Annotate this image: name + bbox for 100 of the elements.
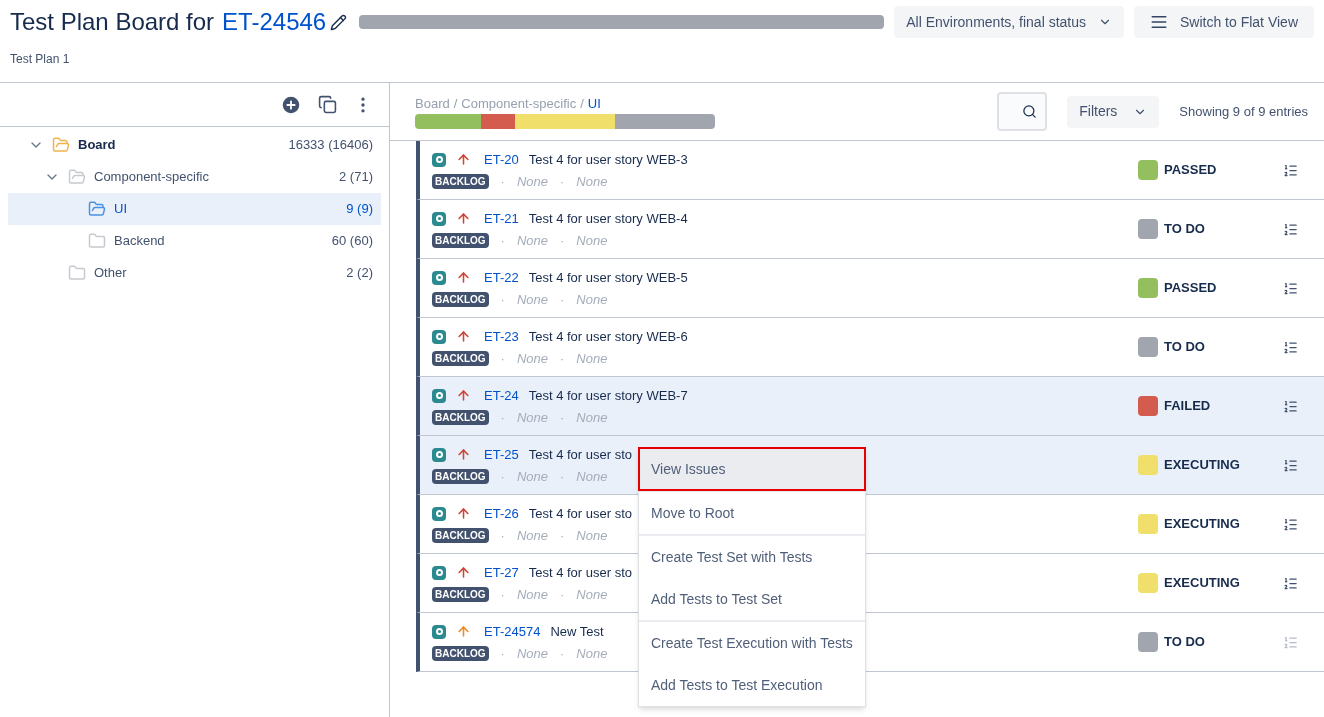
separator-dot: · bbox=[500, 467, 505, 486]
separator-dot: · bbox=[560, 349, 565, 368]
list-icon[interactable] bbox=[1283, 398, 1298, 414]
breadcrumb-separator: / bbox=[580, 95, 584, 114]
copy-icon[interactable] bbox=[318, 95, 337, 114]
status-label: TO DO bbox=[1164, 633, 1205, 652]
test-title: New Test bbox=[550, 622, 604, 641]
issue-link[interactable]: ET-22 bbox=[484, 267, 519, 288]
issue-link[interactable]: ET-27 bbox=[484, 562, 519, 583]
status-label: FAILED bbox=[1164, 397, 1211, 416]
filters-button[interactable]: Filters bbox=[1067, 95, 1160, 128]
test-row[interactable]: ET-21 Test 4 for user story WEB-4 BACKLOG · None · None TO DO bbox=[416, 200, 1324, 259]
status-tag: BACKLOG bbox=[432, 351, 489, 366]
test-title: Test 4 for user sto bbox=[528, 504, 632, 523]
test-title: Test 4 for user sto bbox=[528, 563, 632, 582]
separator-dot: · bbox=[560, 526, 565, 545]
folder-icon bbox=[88, 200, 106, 218]
field-value: None bbox=[576, 172, 608, 191]
environment-select[interactable]: All Environments, final status bbox=[894, 6, 1124, 38]
add-icon[interactable] bbox=[280, 93, 302, 116]
test-row[interactable]: ET-24 Test 4 for user story WEB-7 BACKLOG · None · None FAILED bbox=[416, 377, 1324, 436]
separator-dot: · bbox=[500, 644, 505, 663]
tree-item[interactable]: UI 9 (9) bbox=[8, 193, 381, 225]
test-title: Test 4 for user story WEB-6 bbox=[528, 327, 688, 346]
issue-link[interactable]: ET-24546 bbox=[222, 4, 327, 40]
tree-item[interactable]: Board 16333 (16406) bbox=[8, 129, 381, 161]
list-icon[interactable] bbox=[1283, 221, 1298, 237]
separator-dot: · bbox=[560, 290, 565, 309]
issue-link[interactable]: ET-25 bbox=[484, 444, 519, 465]
test-row[interactable]: ET-23 Test 4 for user story WEB-6 BACKLOG · None · None TO DO bbox=[416, 318, 1324, 377]
separator-dot: · bbox=[560, 231, 565, 250]
field-value: None bbox=[576, 408, 608, 427]
separator-dot: · bbox=[500, 231, 505, 250]
status-label: EXECUTING bbox=[1164, 515, 1240, 534]
test-type-icon bbox=[432, 447, 446, 462]
field-value: None bbox=[576, 644, 608, 663]
status-tag: BACKLOG bbox=[432, 410, 489, 425]
separator-dot: · bbox=[560, 467, 565, 486]
separator-dot: · bbox=[500, 290, 505, 309]
menu-item[interactable]: Create Test Execution with Tests bbox=[639, 622, 865, 664]
list-icon[interactable] bbox=[1283, 280, 1298, 296]
test-title: Test 4 for user story WEB-7 bbox=[528, 386, 688, 405]
status-tag: BACKLOG bbox=[432, 174, 489, 189]
test-type-icon bbox=[432, 270, 446, 285]
menu-item[interactable]: View Issues bbox=[639, 448, 865, 490]
tree-item[interactable]: Component-specific 2 (71) bbox=[8, 161, 381, 193]
breadcrumb-link[interactable]: UI bbox=[587, 94, 601, 114]
status-tag: BACKLOG bbox=[432, 292, 489, 307]
status-label: EXECUTING bbox=[1164, 456, 1240, 475]
field-value: None bbox=[576, 349, 608, 368]
tree-item[interactable]: Backend 60 (60) bbox=[8, 225, 381, 257]
entries-count: Showing 9 of 9 entries bbox=[1179, 102, 1308, 121]
list-icon[interactable] bbox=[1283, 339, 1298, 355]
issue-link[interactable]: ET-24 bbox=[484, 385, 519, 406]
flat-view-button[interactable]: Switch to Flat View bbox=[1134, 6, 1314, 38]
test-title: Test 4 for user story WEB-4 bbox=[528, 209, 688, 228]
field-value: None bbox=[516, 644, 548, 663]
issue-link[interactable]: ET-23 bbox=[484, 326, 519, 347]
status-tag: BACKLOG bbox=[432, 646, 489, 661]
test-type-icon bbox=[432, 565, 446, 580]
edit-icon[interactable] bbox=[330, 13, 347, 31]
field-value: None bbox=[516, 585, 548, 604]
test-type-icon bbox=[432, 624, 446, 639]
field-value: None bbox=[576, 526, 608, 545]
separator-dot: · bbox=[560, 172, 565, 191]
folder-icon bbox=[68, 168, 86, 186]
test-row[interactable]: ET-20 Test 4 for user story WEB-3 BACKLOG · None · None PASSED bbox=[416, 141, 1324, 200]
list-icon[interactable] bbox=[1283, 516, 1298, 532]
list-icon bbox=[1150, 13, 1168, 31]
status-label: TO DO bbox=[1164, 220, 1205, 239]
field-value: None bbox=[516, 231, 548, 250]
issue-link[interactable]: ET-20 bbox=[484, 149, 519, 170]
test-row[interactable]: ET-22 Test 4 for user story WEB-5 BACKLOG · None · None PASSED bbox=[416, 259, 1324, 318]
test-type-icon bbox=[432, 152, 446, 167]
menu-item[interactable]: Move to Root bbox=[639, 492, 865, 534]
separator-dot: · bbox=[500, 585, 505, 604]
issue-link[interactable]: ET-26 bbox=[484, 503, 519, 524]
list-icon[interactable] bbox=[1283, 457, 1298, 473]
status-label: TO DO bbox=[1164, 338, 1205, 357]
status-tag: BACKLOG bbox=[432, 469, 489, 484]
folder-icon bbox=[52, 136, 70, 154]
search-button[interactable] bbox=[997, 92, 1048, 131]
field-value: None bbox=[516, 408, 548, 427]
test-type-icon bbox=[432, 506, 446, 521]
status-label: PASSED bbox=[1164, 279, 1217, 298]
test-type-icon bbox=[432, 211, 446, 226]
search-icon bbox=[1022, 104, 1038, 119]
folder-icon bbox=[68, 264, 86, 282]
separator-dot: · bbox=[500, 526, 505, 545]
list-icon[interactable] bbox=[1283, 162, 1298, 178]
test-title: Test 4 for user sto bbox=[528, 445, 632, 464]
folder-icon bbox=[88, 232, 106, 250]
field-value: None bbox=[516, 172, 548, 191]
field-value: None bbox=[516, 526, 548, 545]
issue-link[interactable]: ET-21 bbox=[484, 208, 519, 229]
list-icon[interactable] bbox=[1283, 575, 1298, 591]
separator-dot: · bbox=[560, 585, 565, 604]
tree-item[interactable]: Other 2 (2) bbox=[8, 257, 381, 289]
test-type-icon bbox=[432, 329, 446, 344]
test-title: Test 4 for user story WEB-5 bbox=[528, 268, 688, 287]
